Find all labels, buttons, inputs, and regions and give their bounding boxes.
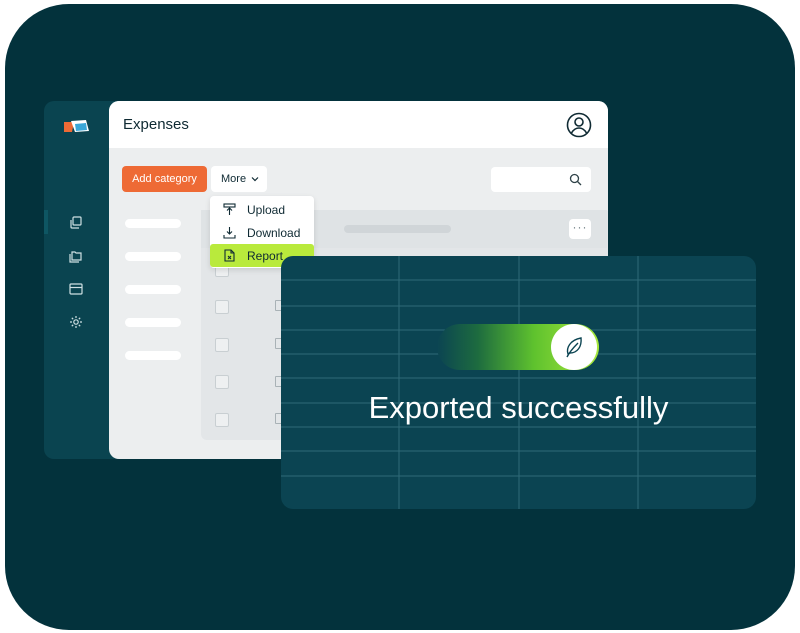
report-icon [224,249,235,262]
leaf-icon [566,337,582,358]
download-icon [223,227,236,239]
filter-placeholder[interactable] [125,351,181,360]
filter-placeholder[interactable] [125,318,181,327]
card-icon[interactable] [68,281,84,297]
row-checkbox[interactable] [215,413,229,427]
sidebar-selected-indicator [44,210,48,234]
progress-knob [551,324,597,370]
menu-item-download[interactable]: Download [210,221,314,244]
logo-icon [64,120,89,132]
upload-icon [223,203,236,215]
search-input[interactable] [491,167,591,192]
row-placeholder-bar [344,225,451,233]
chevron-down-icon [251,177,259,182]
row-checkbox[interactable] [215,375,229,389]
export-success-panel: Exported successfully [281,256,756,509]
window-header: Expenses [109,101,608,148]
row-checkbox[interactable] [215,338,229,352]
row-actions-button[interactable]: ··· [569,219,591,239]
layers-icon[interactable] [68,215,84,231]
menu-item-label: Download [247,226,301,240]
menu-item-upload[interactable]: Upload [210,198,314,221]
menu-item-label: Upload [247,203,286,217]
search-icon [569,173,582,186]
row-checkbox[interactable] [215,300,229,314]
settings-icon[interactable] [68,314,84,330]
user-icon[interactable] [566,112,592,138]
folders-icon[interactable] [68,248,84,264]
export-success-message: Exported successfully [368,390,669,425]
filter-placeholder[interactable] [125,252,181,261]
more-button-label: More [221,173,247,185]
more-button[interactable]: More [211,166,267,192]
menu-item-label: Report [247,249,284,263]
page-title: Expenses [123,116,189,133]
filter-placeholder[interactable] [125,219,181,228]
grid-lines [281,256,756,509]
add-category-button[interactable]: Add category [122,166,207,192]
filter-placeholder[interactable] [125,285,181,294]
